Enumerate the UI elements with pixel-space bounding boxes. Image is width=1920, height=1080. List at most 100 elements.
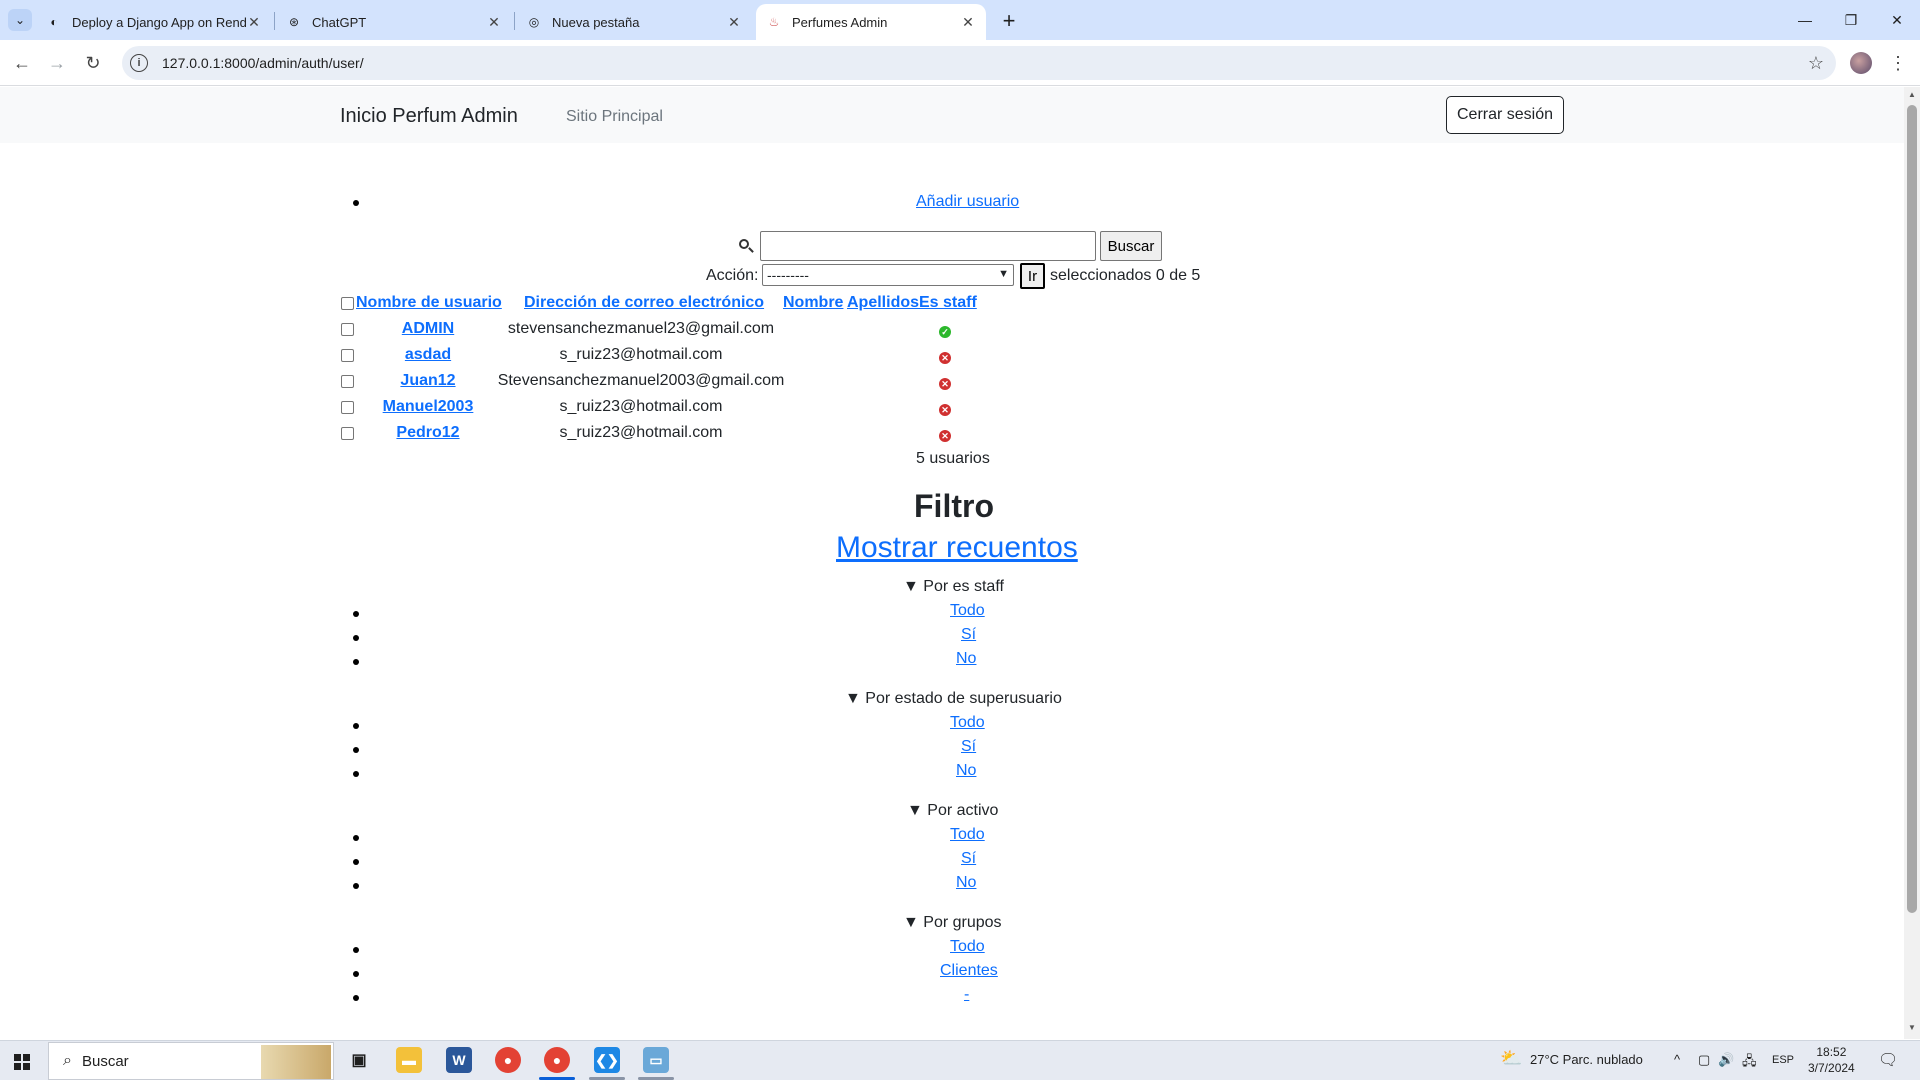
page-scrollbar[interactable]: ▲ ▼ bbox=[1904, 87, 1920, 1039]
scroll-up-icon[interactable]: ▲ bbox=[1908, 90, 1916, 99]
filter-group-title[interactable]: ▼ Por grupos bbox=[903, 914, 1002, 932]
reload-icon[interactable]: ↻ bbox=[81, 51, 105, 75]
new-tab-button[interactable]: + bbox=[996, 8, 1022, 34]
list-bullet bbox=[353, 723, 359, 729]
filter-group-title[interactable]: ▼ Por estado de superusuario bbox=[845, 690, 1062, 708]
row-checkbox[interactable] bbox=[341, 323, 354, 336]
email-cell: s_ruiz23@hotmail.com bbox=[559, 346, 723, 363]
language-indicator[interactable]: ESP bbox=[1772, 1054, 1794, 1066]
search-input[interactable] bbox=[760, 231, 1096, 261]
go-button[interactable]: Ir bbox=[1020, 263, 1045, 289]
windows-start-icon[interactable] bbox=[14, 1054, 30, 1070]
filter-option-link[interactable]: Todo bbox=[950, 602, 985, 620]
list-bullet bbox=[353, 859, 359, 865]
close-tab-icon[interactable]: ✕ bbox=[246, 14, 262, 30]
column-header-email[interactable]: Dirección de correo electrónico bbox=[524, 294, 764, 312]
username-link[interactable]: Juan12 bbox=[358, 372, 498, 390]
row-checkbox[interactable] bbox=[341, 349, 354, 362]
filter-option-link[interactable]: Todo bbox=[950, 826, 985, 844]
select-all-checkbox[interactable] bbox=[341, 297, 354, 310]
filter-option-link[interactable]: No bbox=[956, 762, 976, 780]
row-checkbox[interactable] bbox=[341, 427, 354, 440]
action-select[interactable]: --------- ▼ bbox=[762, 264, 1014, 286]
email-cell: Stevensanchezmanuel2003@gmail.com bbox=[497, 372, 785, 389]
chevron-up-icon[interactable]: ^ bbox=[1674, 1052, 1680, 1067]
column-header-last-name[interactable]: Apellidos bbox=[847, 294, 919, 312]
address-bar[interactable]: i 127.0.0.1:8000/admin/auth/user/ ☆ bbox=[122, 46, 1836, 80]
filter-option-link[interactable]: Sí bbox=[961, 850, 976, 868]
close-tab-icon[interactable]: ✕ bbox=[960, 14, 976, 30]
search-icon bbox=[738, 238, 754, 254]
weather-text[interactable]: 27°C Parc. nublado bbox=[1530, 1052, 1643, 1067]
row-checkbox[interactable] bbox=[341, 401, 354, 414]
profile-avatar[interactable] bbox=[1850, 52, 1872, 74]
filter-group-title[interactable]: ▼ Por es staff bbox=[903, 578, 1004, 596]
weather-icon[interactable]: ⛅ bbox=[1500, 1048, 1522, 1069]
username-link[interactable]: ADMIN bbox=[358, 320, 498, 338]
chevron-down-icon: ▼ bbox=[998, 268, 1009, 280]
column-header-first-name[interactable]: Nombre bbox=[783, 294, 843, 312]
tab-search-chevron-icon[interactable]: ⌄ bbox=[8, 9, 32, 31]
taskbar-search-box[interactable]: ⌕ Buscar bbox=[48, 1042, 334, 1080]
restore-button[interactable]: ❐ bbox=[1828, 0, 1874, 40]
column-header-username[interactable]: Nombre de usuario bbox=[356, 294, 502, 312]
task-view-icon[interactable]: ▣ bbox=[346, 1047, 372, 1073]
taskbar-clock[interactable]: 18:52 3/7/2024 bbox=[1808, 1044, 1855, 1076]
logout-button[interactable]: Cerrar sesión bbox=[1446, 96, 1564, 134]
url-text[interactable]: 127.0.0.1:8000/admin/auth/user/ bbox=[162, 55, 364, 71]
list-bullet bbox=[353, 971, 359, 977]
chrome-icon[interactable]: ● bbox=[495, 1047, 521, 1073]
browser-menu-icon[interactable]: ⋮ bbox=[1888, 51, 1908, 75]
row-checkbox[interactable] bbox=[341, 375, 354, 388]
selected-count: seleccionados 0 de 5 bbox=[1050, 267, 1201, 284]
notification-icon[interactable]: 🗨 bbox=[1878, 1050, 1898, 1070]
scrollbar-thumb[interactable] bbox=[1907, 105, 1917, 913]
file-explorer-icon[interactable]: ▬ bbox=[396, 1047, 422, 1073]
chrome-favicon-icon: ◎ bbox=[528, 15, 540, 29]
browser-toolbar: ← → ↻ i 127.0.0.1:8000/admin/auth/user/ … bbox=[0, 40, 1920, 86]
staff-no-icon: ✕ bbox=[939, 430, 951, 442]
brand-link[interactable]: Inicio Perfum Admin bbox=[340, 105, 518, 128]
list-bullet bbox=[353, 771, 359, 777]
filter-option-link[interactable]: - bbox=[964, 986, 969, 1004]
username-link[interactable]: Manuel2003 bbox=[358, 398, 498, 416]
search-icon: ⌕ bbox=[63, 1052, 72, 1069]
vscode-icon[interactable]: ❮❯ bbox=[594, 1047, 620, 1073]
filter-option-link[interactable]: No bbox=[956, 874, 976, 892]
username-link[interactable]: Pedro12 bbox=[358, 424, 498, 442]
add-user-link[interactable]: Añadir usuario bbox=[916, 193, 1019, 211]
bookmark-star-icon[interactable]: ☆ bbox=[1808, 53, 1824, 74]
meet-now-icon[interactable]: ▢ bbox=[1698, 1052, 1710, 1068]
tab-perfumes-admin[interactable]: ♨ Perfumes Admin ✕ bbox=[756, 4, 986, 40]
close-window-button[interactable]: ✕ bbox=[1874, 0, 1920, 40]
filter-option-link[interactable]: Sí bbox=[961, 626, 976, 644]
app-window-icon[interactable]: ▭ bbox=[643, 1047, 669, 1073]
volume-icon[interactable]: 🔊 bbox=[1718, 1052, 1734, 1068]
username-link[interactable]: asdad bbox=[358, 346, 498, 364]
close-tab-icon[interactable]: ✕ bbox=[486, 14, 502, 30]
back-arrow-icon[interactable]: ← bbox=[10, 51, 34, 75]
filter-option-link[interactable]: Todo bbox=[950, 938, 985, 956]
tab-title: ChatGPT bbox=[312, 14, 367, 30]
scroll-down-icon[interactable]: ▼ bbox=[1908, 1023, 1916, 1032]
filter-group-title[interactable]: ▼ Por activo bbox=[907, 802, 998, 820]
minimize-button[interactable]: — bbox=[1782, 0, 1828, 40]
filter-option-link[interactable]: Sí bbox=[961, 738, 976, 756]
network-icon[interactable]: 🖧 bbox=[1742, 1052, 1757, 1074]
tab-chatgpt[interactable]: ⊛ ChatGPT ✕ bbox=[276, 4, 512, 40]
search-highlight-image bbox=[261, 1045, 331, 1079]
show-counts-link[interactable]: Mostrar recuentos bbox=[836, 531, 1078, 565]
tab-deploy-django[interactable]: ◐ Deploy a Django App on Render ✕ bbox=[36, 4, 272, 40]
chrome-active-icon[interactable]: ● bbox=[544, 1047, 570, 1073]
site-info-icon[interactable]: i bbox=[130, 54, 148, 72]
site-main-link[interactable]: Sitio Principal bbox=[566, 108, 663, 126]
forward-arrow-icon[interactable]: → bbox=[45, 51, 69, 75]
close-tab-icon[interactable]: ✕ bbox=[726, 14, 742, 30]
tab-nueva-pestana[interactable]: ◎ Nueva pestaña ✕ bbox=[516, 4, 752, 40]
filter-option-link[interactable]: Clientes bbox=[940, 962, 998, 980]
column-header-is-staff[interactable]: Es staff bbox=[919, 294, 977, 312]
search-button[interactable]: Buscar bbox=[1100, 231, 1162, 261]
filter-option-link[interactable]: No bbox=[956, 650, 976, 668]
word-icon[interactable]: W bbox=[446, 1047, 472, 1073]
filter-option-link[interactable]: Todo bbox=[950, 714, 985, 732]
